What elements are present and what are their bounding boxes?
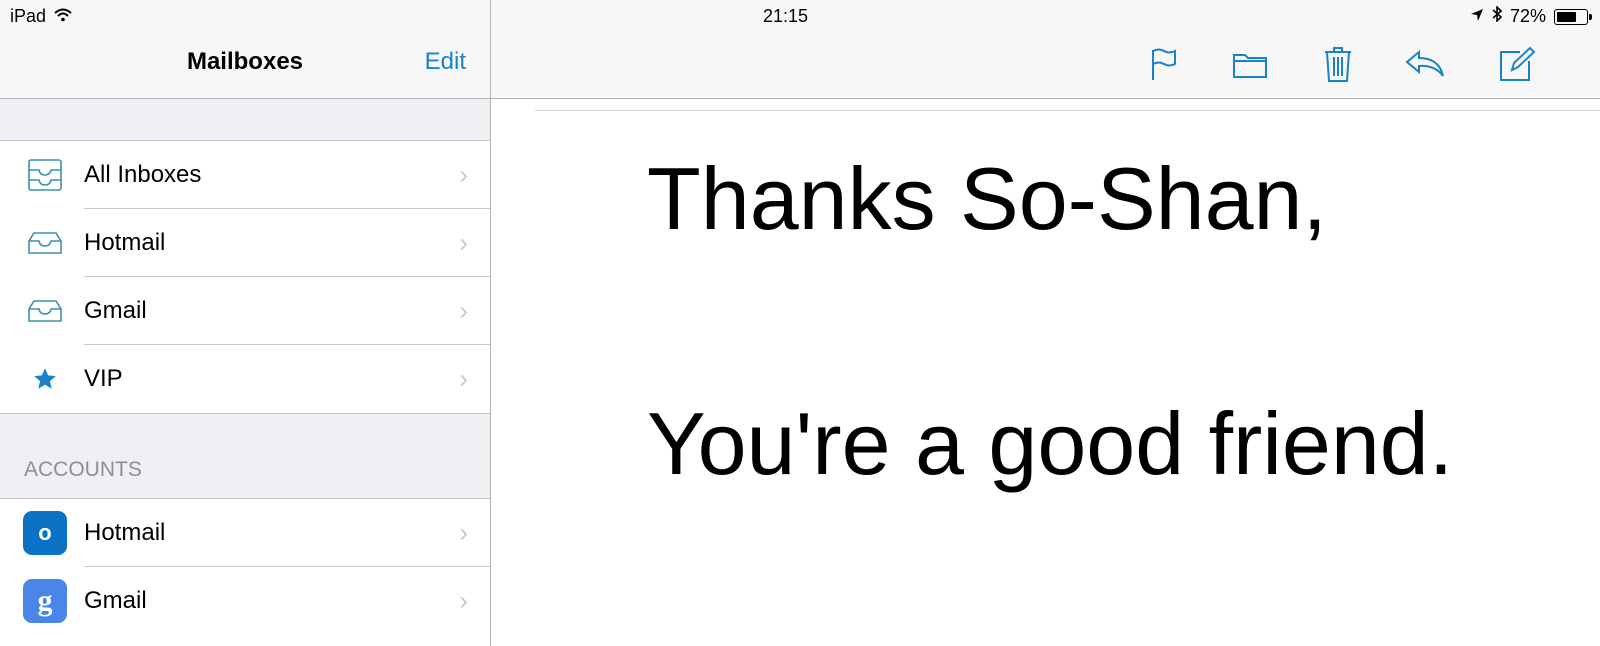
reply-button[interactable] <box>1405 44 1445 84</box>
page-title: Mailboxes <box>186 48 304 75</box>
compose-button[interactable] <box>1497 44 1537 84</box>
inbox-tray-icon <box>22 220 68 266</box>
mailbox-row-hotmail[interactable]: Hotmail › <box>0 209 490 277</box>
mailboxes-navbar: iPad Mailboxes Edit <box>0 0 490 99</box>
outlook-logo-icon: o <box>22 510 68 556</box>
flag-button[interactable] <box>1143 44 1183 84</box>
chevron-right-icon: › <box>459 159 468 190</box>
message-pane: 21:15 72% Thanks So-Shan, You're a good … <box>491 0 1600 646</box>
status-bar-right: 72% <box>1470 5 1592 27</box>
wifi-icon <box>54 6 72 27</box>
status-time: 21:15 <box>762 6 809 26</box>
mailbox-row-all-inboxes[interactable]: All Inboxes › <box>0 141 490 209</box>
status-bar-left: iPad <box>10 6 72 27</box>
message-divider <box>535 110 1600 111</box>
mailboxes-list: All Inboxes › Hotmail › Gmail › VIP › <box>0 140 490 414</box>
all-inboxes-icon <box>22 152 68 198</box>
chevron-right-icon: › <box>459 227 468 258</box>
flag-icon <box>1152 48 1176 80</box>
message-body-line: Thanks So-Shan, <box>647 149 1327 248</box>
location-arrow-icon <box>1470 6 1484 27</box>
mailbox-row-gmail[interactable]: Gmail › <box>0 277 490 345</box>
message-toolbar: 21:15 72% <box>491 0 1600 99</box>
chevron-right-icon: › <box>459 363 468 394</box>
trash-icon <box>1325 47 1351 82</box>
chevron-right-icon: › <box>459 295 468 326</box>
mailbox-label: VIP <box>84 365 123 392</box>
bluetooth-icon <box>1492 5 1503 27</box>
chevron-right-icon: › <box>459 585 468 616</box>
mailbox-label: Hotmail <box>84 229 166 256</box>
message-body-line: You're a good friend. <box>647 394 1454 493</box>
account-row-gmail[interactable]: g Gmail › <box>0 567 490 635</box>
edit-button[interactable]: Edit <box>425 48 466 76</box>
accounts-list: o Hotmail › g Gmail › <box>0 498 490 646</box>
move-to-folder-button[interactable] <box>1230 44 1270 84</box>
compose-icon <box>1500 46 1536 81</box>
battery-level <box>1557 11 1576 22</box>
google-logo-icon: g <box>22 578 68 624</box>
inbox-tray-icon <box>22 288 68 334</box>
mailboxes-pane: iPad Mailboxes Edit All Inboxes › Hotmai… <box>0 0 490 646</box>
folder-icon <box>1233 54 1267 78</box>
battery-icon <box>1554 8 1592 25</box>
mailbox-label: All Inboxes <box>84 161 202 188</box>
account-row-hotmail[interactable]: o Hotmail › <box>0 499 490 567</box>
account-label: Gmail <box>84 587 147 614</box>
star-icon <box>22 356 68 402</box>
account-label: Hotmail <box>84 519 166 546</box>
accounts-section-header: ACCOUNTS <box>24 458 142 481</box>
reply-icon <box>1405 49 1444 77</box>
device-name: iPad <box>10 6 47 26</box>
mailbox-label: Gmail <box>84 297 147 324</box>
chevron-right-icon: › <box>459 517 468 548</box>
trash-button[interactable] <box>1318 44 1358 84</box>
mailbox-row-vip[interactable]: VIP › <box>0 345 490 413</box>
battery-percentage: 72% <box>1509 6 1546 26</box>
